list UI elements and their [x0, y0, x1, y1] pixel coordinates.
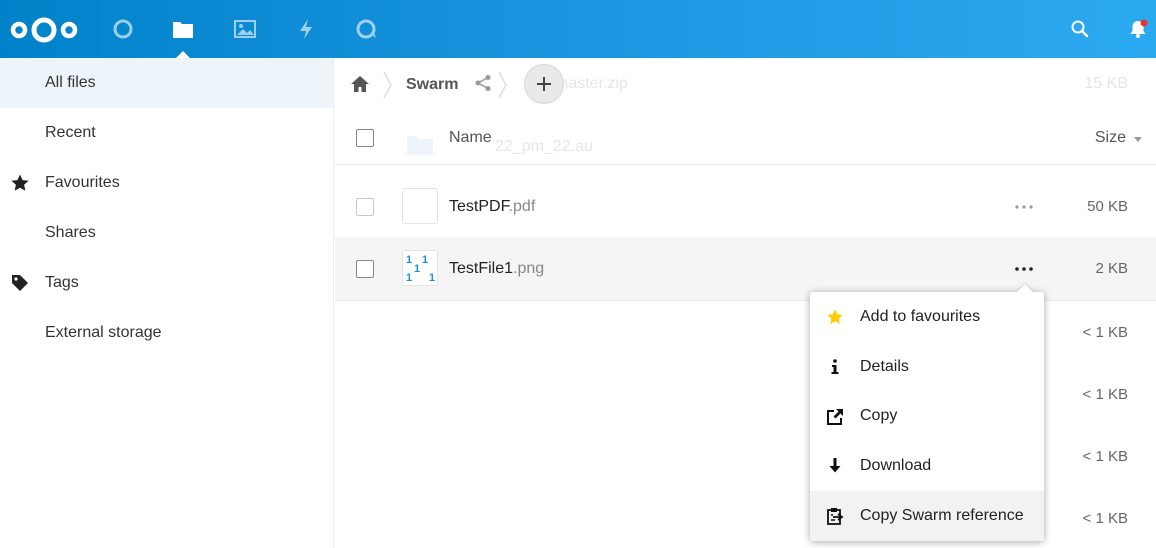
file-actions-button[interactable]: [1011, 259, 1037, 279]
file-size: < 1 KB: [1082, 448, 1128, 465]
new-button[interactable]: [524, 64, 564, 104]
file-name[interactable]: TestFile1.png: [449, 260, 544, 278]
nav-label: Tags: [45, 274, 79, 291]
svg-text:1: 1: [422, 254, 428, 266]
files-icon[interactable]: [153, 0, 213, 58]
nav-label: Favourites: [45, 174, 120, 191]
file-name[interactable]: TestPDF.pdf: [449, 198, 535, 216]
column-size[interactable]: Size: [1095, 129, 1126, 147]
breadcrumb: Swarm: [335, 58, 1156, 112]
menu-label: Copy: [860, 407, 898, 425]
nav-favourites[interactable]: Favourites: [0, 158, 333, 208]
photos-icon[interactable]: [215, 0, 275, 58]
file-actions-menu: Add to favourites Details Copy Download …: [810, 292, 1044, 541]
talk-icon[interactable]: [337, 0, 397, 58]
menu-label: Download: [860, 457, 932, 475]
menu-add-to-favourites[interactable]: Add to favourites: [810, 292, 1044, 342]
search-icon[interactable]: [1060, 0, 1100, 58]
menu-label: Copy Swarm reference: [860, 507, 1024, 525]
external-link-icon: [827, 408, 843, 425]
menu-details[interactable]: Details: [810, 342, 1044, 392]
svg-text:1: 1: [414, 263, 420, 275]
breadcrumb-separator: [383, 71, 392, 99]
file-actions-button[interactable]: [1011, 197, 1037, 217]
star-icon: [827, 309, 843, 325]
dashboard-icon[interactable]: [93, 0, 153, 58]
row-checkbox[interactable]: [356, 198, 374, 216]
home-icon[interactable]: [349, 74, 371, 94]
activity-icon[interactable]: [276, 0, 336, 58]
info-icon: [831, 358, 839, 374]
file-thumbnail: [402, 188, 438, 224]
image-thumbnail: 1 1 1 1 1: [406, 254, 435, 284]
menu-copy-swarm-reference[interactable]: Copy Swarm reference: [810, 491, 1044, 541]
svg-text:1: 1: [406, 272, 412, 284]
svg-text:1: 1: [429, 272, 435, 284]
nav-label: External storage: [45, 324, 162, 341]
nav-shares[interactable]: Shares: [0, 208, 333, 258]
tag-icon: [12, 275, 28, 291]
nav-tags[interactable]: Tags: [0, 258, 333, 308]
nav-label: Shares: [45, 224, 96, 241]
select-all-checkbox[interactable]: [356, 129, 374, 147]
menu-label: Details: [860, 357, 909, 375]
star-icon: [11, 174, 29, 191]
file-size: 50 KB: [1087, 198, 1128, 215]
nav-recent[interactable]: Recent: [0, 108, 333, 158]
menu-download[interactable]: Download: [810, 441, 1044, 491]
more-icon: [1015, 205, 1033, 209]
sort-arrow-icon: [1134, 137, 1142, 142]
menu-copy[interactable]: Copy: [810, 392, 1044, 442]
breadcrumb-separator: [498, 71, 507, 99]
file-list-header: Name Size: [335, 112, 1156, 165]
nav-all-files[interactable]: All files: [0, 58, 333, 108]
app-navigation: All files Recent Favourites Shares Tags …: [0, 58, 334, 548]
nextcloud-logo[interactable]: [8, 12, 80, 48]
file-size: < 1 KB: [1082, 324, 1128, 341]
more-icon: [1015, 267, 1033, 271]
table-row[interactable]: TestPDF.pdf 50 KB: [335, 177, 1156, 239]
file-extension: .png: [513, 260, 545, 277]
file-size: < 1 KB: [1082, 386, 1128, 403]
column-name[interactable]: Name: [449, 129, 492, 147]
file-size: 2 KB: [1095, 260, 1128, 277]
nav-external-storage[interactable]: External storage: [0, 308, 333, 358]
nav-label: All files: [45, 74, 96, 91]
file-extension: .pdf: [508, 198, 536, 215]
file-basename: TestFile1: [449, 260, 514, 277]
clipboard-icon: [827, 508, 844, 526]
share-icon[interactable]: [474, 74, 492, 92]
svg-text:1: 1: [406, 254, 412, 266]
download-icon: [829, 458, 841, 473]
breadcrumb-folder[interactable]: Swarm: [406, 76, 458, 94]
nav-label: Recent: [45, 124, 96, 141]
row-checkbox[interactable]: [356, 260, 374, 278]
menu-label: Add to favourites: [860, 307, 981, 325]
notifications-icon[interactable]: [1118, 0, 1156, 58]
top-header: [0, 0, 1156, 58]
plus-icon: [537, 77, 551, 91]
file-thumbnail: 1 1 1 1 1: [402, 250, 438, 286]
file-basename: TestPDF: [449, 198, 509, 215]
file-size: < 1 KB: [1082, 510, 1128, 527]
